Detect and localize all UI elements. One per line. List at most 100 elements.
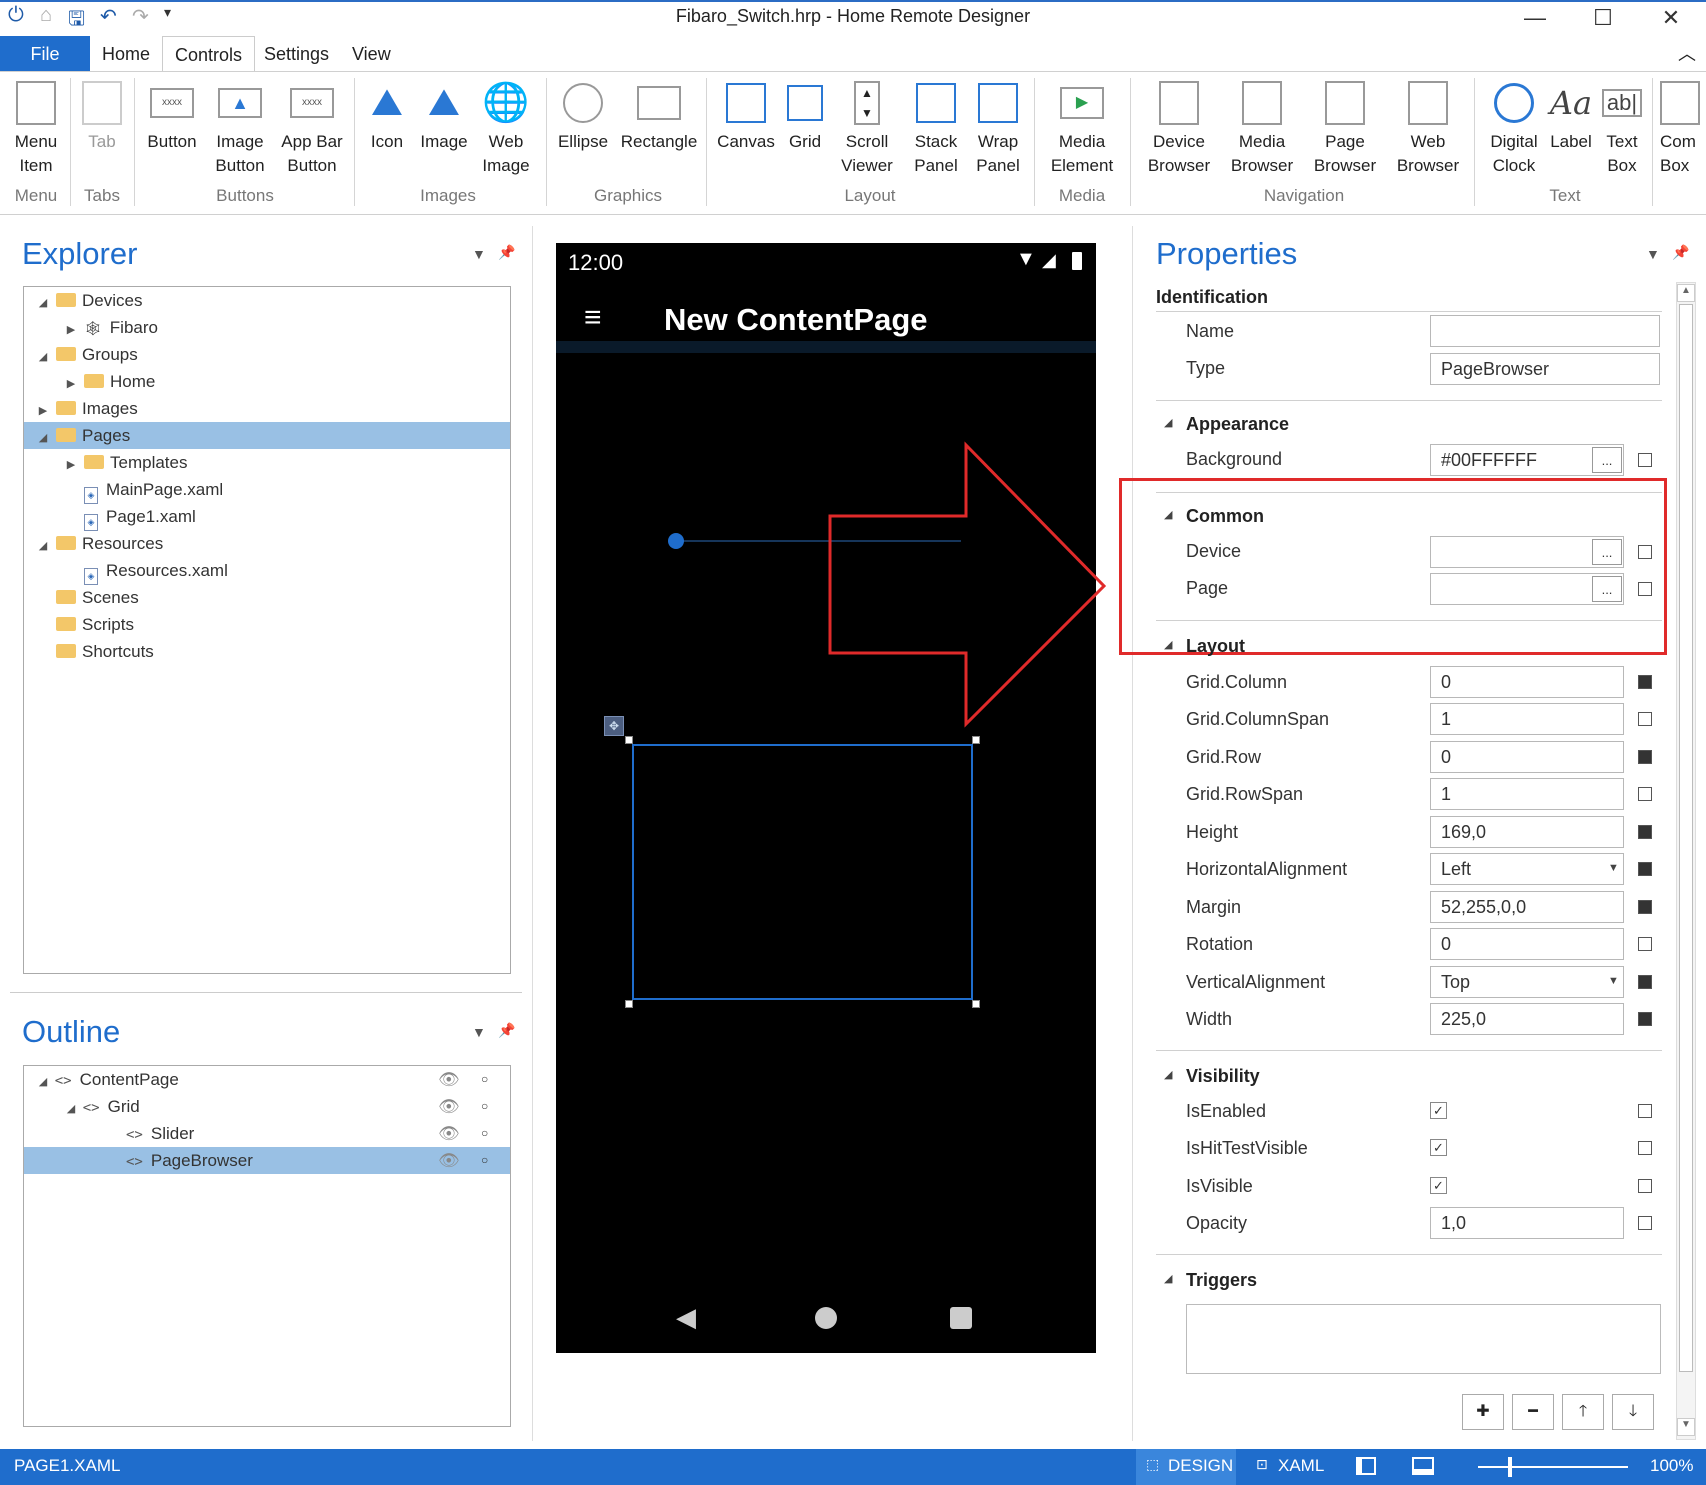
eye-icon[interactable]: 👁: [438, 1147, 460, 1174]
height-input[interactable]: 169,0: [1430, 816, 1624, 848]
triggers-list[interactable]: [1186, 1304, 1661, 1374]
rotation-input[interactable]: 0: [1430, 928, 1624, 960]
expand-icon[interactable]: ◢: [36, 344, 50, 371]
panel-splitter[interactable]: [10, 992, 522, 993]
tab-controls[interactable]: Controls: [162, 36, 256, 72]
background-reset-checkbox[interactable]: [1638, 453, 1652, 467]
close-button[interactable]: ✕: [1646, 3, 1696, 33]
grid-rowspan-reset-checkbox[interactable]: [1638, 787, 1652, 801]
tree-item-resources[interactable]: ◢ Resources: [24, 530, 510, 557]
scroll-thumb[interactable]: [1679, 304, 1693, 1372]
tree-item-pages[interactable]: ◢ Pages: [24, 422, 510, 449]
ishittestvisible-checkbox[interactable]: ✓: [1430, 1139, 1447, 1156]
grid-row-input[interactable]: 0: [1430, 741, 1624, 773]
device-browser-button[interactable]: Device Browser: [1140, 80, 1218, 178]
canvas-button[interactable]: Canvas: [714, 80, 778, 154]
expand-icon[interactable]: ◢: [36, 290, 50, 317]
image-button-button[interactable]: ▲ Image Button: [208, 80, 272, 178]
split-vertical-icon[interactable]: [1356, 1457, 1376, 1475]
zoom-slider-track[interactable]: [1478, 1466, 1628, 1468]
explorer-dropdown-icon[interactable]: ▼: [472, 246, 486, 262]
horizontalalignment-reset-checkbox[interactable]: [1638, 862, 1652, 876]
section-expand-icon[interactable]: ◢: [1164, 1272, 1172, 1285]
rotation-reset-checkbox[interactable]: [1638, 937, 1652, 951]
scroll-viewer-button[interactable]: ▲ ▼ Scroll Viewer: [832, 80, 902, 178]
margin-reset-checkbox[interactable]: [1638, 900, 1652, 914]
design-view-button[interactable]: DESIGN: [1168, 1456, 1233, 1476]
tab-settings[interactable]: Settings: [252, 36, 341, 72]
width-reset-checkbox[interactable]: [1638, 1012, 1652, 1026]
remove-trigger-button[interactable]: ━: [1512, 1394, 1554, 1430]
media-element-button[interactable]: ▶ Media Element: [1042, 80, 1122, 178]
tree-item-scenes[interactable]: Scenes: [24, 584, 510, 611]
nav-recent-icon[interactable]: [950, 1307, 972, 1329]
outline-item-contentpage[interactable]: ◢ <> ContentPage 👁 ○: [24, 1066, 510, 1093]
nav-back-icon[interactable]: ◀: [676, 1302, 696, 1333]
page-browser-button[interactable]: Page Browser: [1306, 80, 1384, 178]
move-trigger-down-button[interactable]: 🡓: [1612, 1394, 1654, 1430]
eye-icon[interactable]: 👁: [438, 1120, 460, 1147]
expand-icon[interactable]: ◢: [64, 1096, 78, 1123]
isenabled-reset-checkbox[interactable]: [1638, 1104, 1652, 1118]
rectangle-button[interactable]: Rectangle: [616, 80, 702, 154]
margin-input[interactable]: 52,255,0,0: [1430, 891, 1624, 923]
explorer-pin-icon[interactable]: 📌: [498, 244, 515, 261]
combo-box-button[interactable]: Com Box: [1660, 80, 1706, 178]
tree-item-resources-xaml[interactable]: ◈ Resources.xaml: [24, 557, 510, 585]
resize-handle[interactable]: [972, 736, 980, 744]
tree-item-groups[interactable]: ◢ Groups: [24, 341, 510, 368]
ishittestvisible-reset-checkbox[interactable]: [1638, 1141, 1652, 1155]
image-button[interactable]: ⛰ Image: [416, 80, 472, 154]
tree-item-page1[interactable]: ◈ Page1.xaml: [24, 503, 510, 531]
tree-item-mainpage[interactable]: ◈ MainPage.xaml: [24, 476, 510, 504]
grid-rowspan-input[interactable]: 1: [1430, 778, 1624, 810]
tree-item-shortcuts[interactable]: Shortcuts: [24, 638, 510, 665]
tree-item-devices[interactable]: ◢ Devices: [24, 287, 510, 314]
collapse-icon[interactable]: ▶: [64, 371, 78, 398]
tree-item-images[interactable]: ▶ Images: [24, 395, 510, 422]
zoom-slider-thumb[interactable]: [1508, 1457, 1512, 1477]
icon-button[interactable]: ⛰ Icon: [362, 80, 412, 154]
maximize-button[interactable]: ☐: [1578, 3, 1628, 33]
tab-view[interactable]: View: [340, 36, 403, 72]
collapse-ribbon-icon[interactable]: ︿: [1678, 40, 1696, 66]
isenabled-checkbox[interactable]: ✓: [1430, 1102, 1447, 1119]
chevron-down-icon[interactable]: ▼: [1608, 862, 1619, 874]
section-expand-icon[interactable]: ◢: [1164, 416, 1172, 429]
web-browser-button[interactable]: Web Browser: [1388, 80, 1468, 178]
width-input[interactable]: 225,0: [1430, 1003, 1624, 1035]
tree-item-scripts[interactable]: Scripts: [24, 611, 510, 638]
nav-home-icon[interactable]: [815, 1307, 837, 1329]
collapse-icon[interactable]: ▶: [36, 398, 50, 425]
tab-file[interactable]: File: [0, 36, 90, 72]
outline-pin-icon[interactable]: 📌: [498, 1022, 515, 1039]
opacity-input[interactable]: 1,0: [1430, 1207, 1624, 1239]
resize-handle[interactable]: [625, 1000, 633, 1008]
button-button[interactable]: xxxx Button: [142, 80, 202, 154]
lock-dot-icon[interactable]: ○: [481, 1093, 488, 1120]
tree-item-home[interactable]: ▶ Home: [24, 368, 510, 395]
grid-row-reset-checkbox[interactable]: [1638, 750, 1652, 764]
menu-item-button[interactable]: Menu Item: [6, 80, 66, 178]
text-box-button[interactable]: ab| Text Box: [1596, 80, 1648, 178]
outline-item-pagebrowser[interactable]: <> PageBrowser 👁 ○: [24, 1147, 510, 1174]
resize-handle[interactable]: [625, 736, 633, 744]
expand-icon[interactable]: ◢: [36, 425, 50, 452]
opacity-reset-checkbox[interactable]: [1638, 1216, 1652, 1230]
lock-dot-icon[interactable]: ○: [481, 1066, 488, 1093]
grid-columnspan-reset-checkbox[interactable]: [1638, 712, 1652, 726]
chevron-down-icon[interactable]: ▼: [1608, 975, 1619, 987]
height-reset-checkbox[interactable]: [1638, 825, 1652, 839]
collapse-icon[interactable]: ▶: [64, 317, 78, 344]
verticalalignment-reset-checkbox[interactable]: [1638, 975, 1652, 989]
add-trigger-button[interactable]: ✚: [1462, 1394, 1504, 1430]
collapse-icon[interactable]: ▶: [64, 452, 78, 479]
tab-home[interactable]: Home: [90, 36, 162, 72]
media-browser-button[interactable]: Media Browser: [1222, 80, 1302, 178]
splitter-right[interactable]: [1132, 226, 1133, 1441]
label-button[interactable]: Aa Label: [1548, 80, 1594, 154]
scroll-up-icon[interactable]: ▲: [1677, 284, 1695, 302]
grid-column-input[interactable]: 0: [1430, 666, 1624, 698]
eye-icon[interactable]: 👁: [438, 1093, 460, 1120]
app-bar-button-button[interactable]: xxxx App Bar Button: [276, 80, 348, 178]
